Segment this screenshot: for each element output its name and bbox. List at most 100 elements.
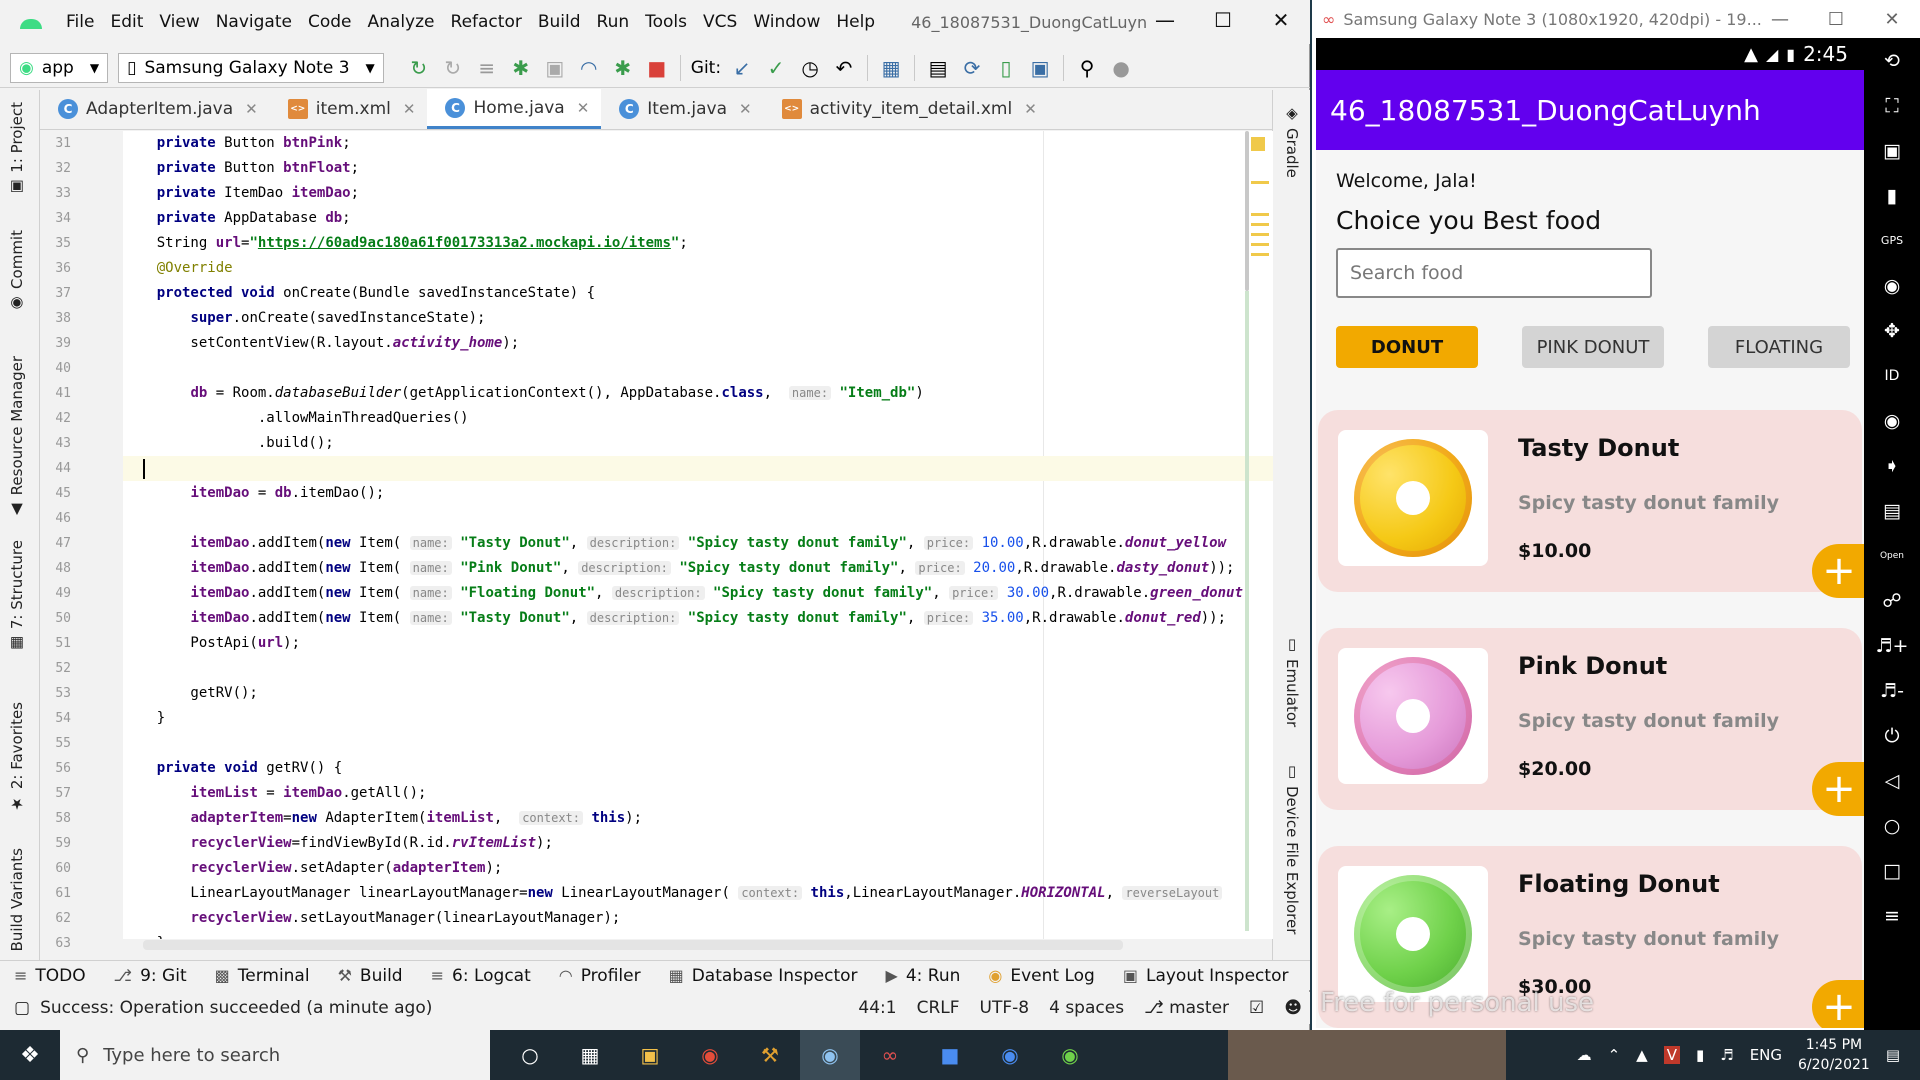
close-button[interactable]: ✕ — [1252, 0, 1310, 40]
tab-item-xml[interactable]: <> item.xml ✕ — [270, 89, 428, 129]
terminal-tool-button[interactable]: ▩ Terminal — [201, 966, 324, 986]
fullscreen-icon[interactable]: ⛶ — [1864, 83, 1920, 128]
lock-icon[interactable]: ☑ — [1249, 998, 1264, 1018]
build-variants-tool-tab[interactable]: Build Variants — [8, 848, 26, 951]
debug-icon[interactable]: ✱ — [504, 53, 538, 83]
git-history-icon[interactable]: ◷ — [793, 53, 827, 83]
project-structure-icon[interactable]: ▦ — [874, 53, 908, 83]
menu-file[interactable]: File — [58, 12, 102, 32]
battery-icon[interactable]: ▮ — [1864, 173, 1920, 218]
menu-run[interactable]: Run — [589, 12, 638, 32]
camera-icon[interactable]: ▣ — [1864, 128, 1920, 173]
fingerprint-icon[interactable]: ◉ — [1864, 398, 1920, 443]
emulator-tool-tab[interactable]: ▯ Emulator — [1283, 635, 1301, 727]
power-icon[interactable]: ⏻ — [1864, 713, 1920, 758]
database-inspector-tool-button[interactable]: ▦ Database Inspector — [655, 966, 872, 986]
menu-build[interactable]: Build — [530, 12, 589, 32]
id-icon[interactable]: ID — [1864, 353, 1920, 398]
minimize-button[interactable]: — — [1752, 0, 1808, 38]
message-icon[interactable]: ▤ — [1864, 488, 1920, 533]
app-icon[interactable]: ◉ — [1040, 1030, 1100, 1080]
tab-home-java[interactable]: C Home.java ✕ — [427, 89, 602, 129]
device-manager-icon[interactable]: ▤ — [921, 53, 955, 83]
gradle-tool-tab[interactable]: ◈ Gradle — [1283, 104, 1301, 178]
add-to-cart-button[interactable]: + — [1812, 544, 1864, 598]
tools-icon[interactable]: ⚒ — [740, 1030, 800, 1080]
close-icon[interactable]: ✕ — [1024, 100, 1037, 118]
chevron-up-icon[interactable]: ⌃ — [1608, 1046, 1621, 1064]
emulator-taskbar-icon[interactable]: ∞ — [860, 1030, 920, 1080]
tab-activity-item-detail-xml[interactable]: <> activity_item_detail.xml ✕ — [764, 89, 1049, 129]
chrome-icon[interactable]: ◉ — [680, 1030, 740, 1080]
open-gapps-icon[interactable]: Open — [1864, 533, 1920, 578]
caret-position[interactable]: 44:1 — [858, 998, 896, 1018]
android-studio-taskbar-icon[interactable]: ◉ — [800, 1030, 860, 1080]
close-button[interactable]: ✕ — [1864, 0, 1920, 38]
device-file-explorer-tool-tab[interactable]: ▯ Device File Explorer — [1283, 762, 1301, 934]
menu-analyze[interactable]: Analyze — [360, 12, 443, 32]
phone-screen[interactable]: ▲ ◢ ▮ 2:45 46_18087531_DuongCatLuynh Wel… — [1316, 38, 1864, 1028]
device-selector[interactable]: ▯ Samsung Galaxy Note 3 ▼ — [118, 52, 384, 83]
phone-call-icon[interactable]: ◉ — [1864, 263, 1920, 308]
task-view-icon[interactable]: ▦ — [560, 1030, 620, 1080]
git-rollback-icon[interactable]: ↶ — [827, 53, 861, 83]
search-input[interactable]: Search food — [1336, 248, 1652, 298]
menu-view[interactable]: View — [151, 12, 207, 32]
apply-changes-icon[interactable]: ↻ — [402, 53, 436, 83]
code-editor[interactable]: private Button btnPink; private Button b… — [123, 131, 1273, 939]
maximize-button[interactable]: ☐ — [1808, 0, 1864, 38]
apply-code-changes-icon[interactable]: ↻ — [436, 53, 470, 83]
search-icon[interactable]: ⚲ — [1070, 53, 1104, 83]
food-card[interactable]: Pink Donut Spicy tasty donut family $20.… — [1318, 628, 1864, 816]
language-indicator[interactable]: ENG — [1750, 1046, 1782, 1064]
layout-inspector-tool-button[interactable]: ▣ Layout Inspector — [1109, 966, 1303, 986]
more-icon[interactable]: ≡ — [1864, 893, 1920, 938]
filter-floating-button[interactable]: FLOATING — [1708, 326, 1850, 368]
status-message[interactable]: Success: Operation succeeded (a minute a… — [40, 998, 432, 1018]
file-explorer-icon[interactable]: ▣ — [620, 1030, 680, 1080]
git-update-icon[interactable]: ↙ — [725, 53, 759, 83]
network-icon[interactable]: ▲ — [1636, 1046, 1648, 1064]
account-icon[interactable]: ● — [1104, 53, 1138, 83]
inspector-icon[interactable]: ☻ — [1284, 998, 1302, 1018]
sync-icon[interactable]: ≡ — [470, 53, 504, 83]
close-icon[interactable]: ✕ — [245, 100, 258, 118]
close-icon[interactable]: ✕ — [577, 99, 590, 117]
back-icon[interactable]: ◁ — [1864, 758, 1920, 803]
menu-window[interactable]: Window — [745, 12, 828, 32]
todo-tool-button[interactable]: ≡ TODO — [0, 966, 100, 986]
build-tool-button[interactable]: ⚒ Build — [324, 966, 417, 986]
menu-edit[interactable]: Edit — [102, 12, 151, 32]
menu-navigate[interactable]: Navigate — [208, 12, 300, 32]
share-icon[interactable]: ☍ — [1864, 578, 1920, 623]
logcat-tool-button[interactable]: ≡ 6: Logcat — [417, 966, 545, 986]
commit-tool-tab[interactable]: ◉ Commit — [8, 230, 26, 313]
menu-help[interactable]: Help — [828, 12, 883, 32]
rss-icon[interactable]: ➧ — [1864, 443, 1920, 488]
minimize-button[interactable]: — — [1136, 0, 1194, 40]
menu-vcs[interactable]: VCS — [695, 12, 745, 32]
cortana-icon[interactable]: ○ — [500, 1030, 560, 1080]
menu-tools[interactable]: Tools — [637, 12, 695, 32]
add-to-cart-button[interactable]: + — [1812, 980, 1864, 1028]
close-icon[interactable]: ✕ — [403, 100, 416, 118]
volume-down-icon[interactable]: ♬- — [1864, 668, 1920, 713]
move-icon[interactable]: ✥ — [1864, 308, 1920, 353]
avd-manager-icon[interactable]: ▯ — [989, 53, 1023, 83]
clock[interactable]: 1:45 PM 6/20/2021 — [1798, 1035, 1870, 1075]
gradle-sync-icon[interactable]: ⟳ — [955, 53, 989, 83]
profile-icon[interactable]: ◠ — [572, 53, 606, 83]
git-branch[interactable]: ⎇ master — [1144, 998, 1229, 1018]
indent-setting[interactable]: 4 spaces — [1049, 998, 1124, 1018]
resource-manager-tool-tab[interactable]: ▲ Resource Manager — [8, 356, 26, 519]
profiler-tool-button[interactable]: ◠ Profiler — [545, 966, 655, 986]
home-icon[interactable]: ○ — [1864, 803, 1920, 848]
overview-icon[interactable]: □ — [1864, 848, 1920, 893]
food-card[interactable]: Tasty Donut Spicy tasty donut family $10… — [1318, 410, 1864, 598]
git-commit-icon[interactable]: ✓ — [759, 53, 793, 83]
stop-icon[interactable]: ■ — [640, 53, 674, 83]
gps-icon[interactable]: GPS — [1864, 218, 1920, 263]
error-stripe[interactable] — [1245, 131, 1271, 939]
tab-adapteritem-java[interactable]: C AdapterItem.java ✕ — [40, 89, 270, 129]
module-selector[interactable]: ◉ app ▼ — [10, 52, 109, 83]
